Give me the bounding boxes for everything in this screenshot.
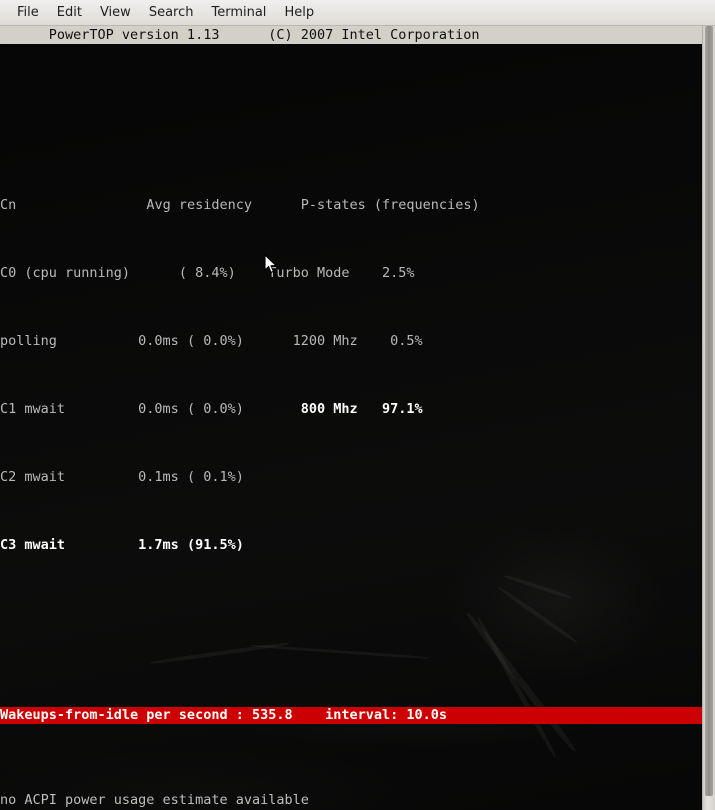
table-row: C0 (cpu running) ( 8.4%) Turbo Mode 2.5% [0, 265, 702, 282]
menu-item-search[interactable]: Search [140, 3, 203, 22]
terminal-window: File Edit View Search Terminal Help Powe… [0, 0, 715, 810]
cstate-pct-0: ( 8.4%) [178, 265, 236, 281]
spacer-row [0, 622, 702, 639]
terminal-screen[interactable]: PowerTOP version 1.13 (C) 2007 Intel Cor… [0, 26, 702, 810]
cstate-residency-header: Avg residency [146, 197, 252, 213]
cstate-name-1: polling 0.0ms [0, 333, 187, 349]
cstate-name-2: C1 mwait 0.0ms [0, 401, 187, 417]
table-row: C1 mwait 0.0ms ( 0.0%) 800 Mhz 97.1% [0, 401, 702, 418]
acpi-estimate-line: no ACPI power usage estimate available [0, 792, 309, 808]
scrollbar-thumb[interactable] [705, 26, 713, 796]
cstate-header-row: Cn Avg residency P-states (frequencies) [0, 197, 702, 214]
table-row: C3 mwait 1.7ms (91.5%) [0, 537, 702, 554]
table-row: polling 0.0ms ( 0.0%) 1200 Mhz 0.5% [0, 333, 702, 350]
pstate-name-0: Turbo Mode 2.5% [268, 265, 415, 281]
cstate-name-3: C2 mwait 0.1ms [0, 469, 187, 485]
menu-bar: File Edit View Search Terminal Help [0, 0, 715, 26]
menu-item-terminal[interactable]: Terminal [202, 3, 275, 22]
cstate-name-4: C3 mwait 1.7ms [0, 537, 187, 553]
pstate-header: P-states (frequencies) [300, 197, 480, 213]
menu-item-edit[interactable]: Edit [48, 3, 91, 22]
pstate-name-2: 800 Mhz 97.1% [276, 401, 423, 417]
cstate-pct-3: ( 0.1%) [186, 469, 244, 485]
spacer-row [0, 112, 702, 129]
cstate-pct-2: ( 0.0%) [186, 401, 244, 417]
menu-item-view[interactable]: View [91, 3, 140, 22]
cstate-header-gap [16, 197, 146, 213]
cstate-pct-1: ( 0.0%) [186, 333, 244, 349]
mid-gap-2 [244, 401, 277, 417]
pstate-header-gap [252, 197, 301, 213]
table-row: C2 mwait 0.1ms ( 0.1%) [0, 469, 702, 486]
cstate-col-header: Cn [0, 197, 17, 213]
menu-item-file[interactable]: File [8, 3, 48, 22]
wakeups-alert-bar: Wakeups-from-idle per second : 535.8 int… [0, 707, 702, 724]
terminal-content: Cn Avg residency P-states (frequencies) … [0, 44, 702, 810]
cstate-name-0: C0 (cpu running) [0, 265, 179, 281]
powertop-title-bar: PowerTOP version 1.13 (C) 2007 Intel Cor… [0, 26, 702, 44]
cstate-pct-4: (91.5%) [186, 537, 244, 553]
mid-gap-0 [236, 265, 269, 281]
mid-gap-1 [244, 333, 277, 349]
pstate-name-1: 1200 Mhz 0.5% [276, 333, 423, 349]
menu-item-help[interactable]: Help [275, 3, 323, 22]
vertical-scrollbar[interactable] [702, 26, 715, 810]
